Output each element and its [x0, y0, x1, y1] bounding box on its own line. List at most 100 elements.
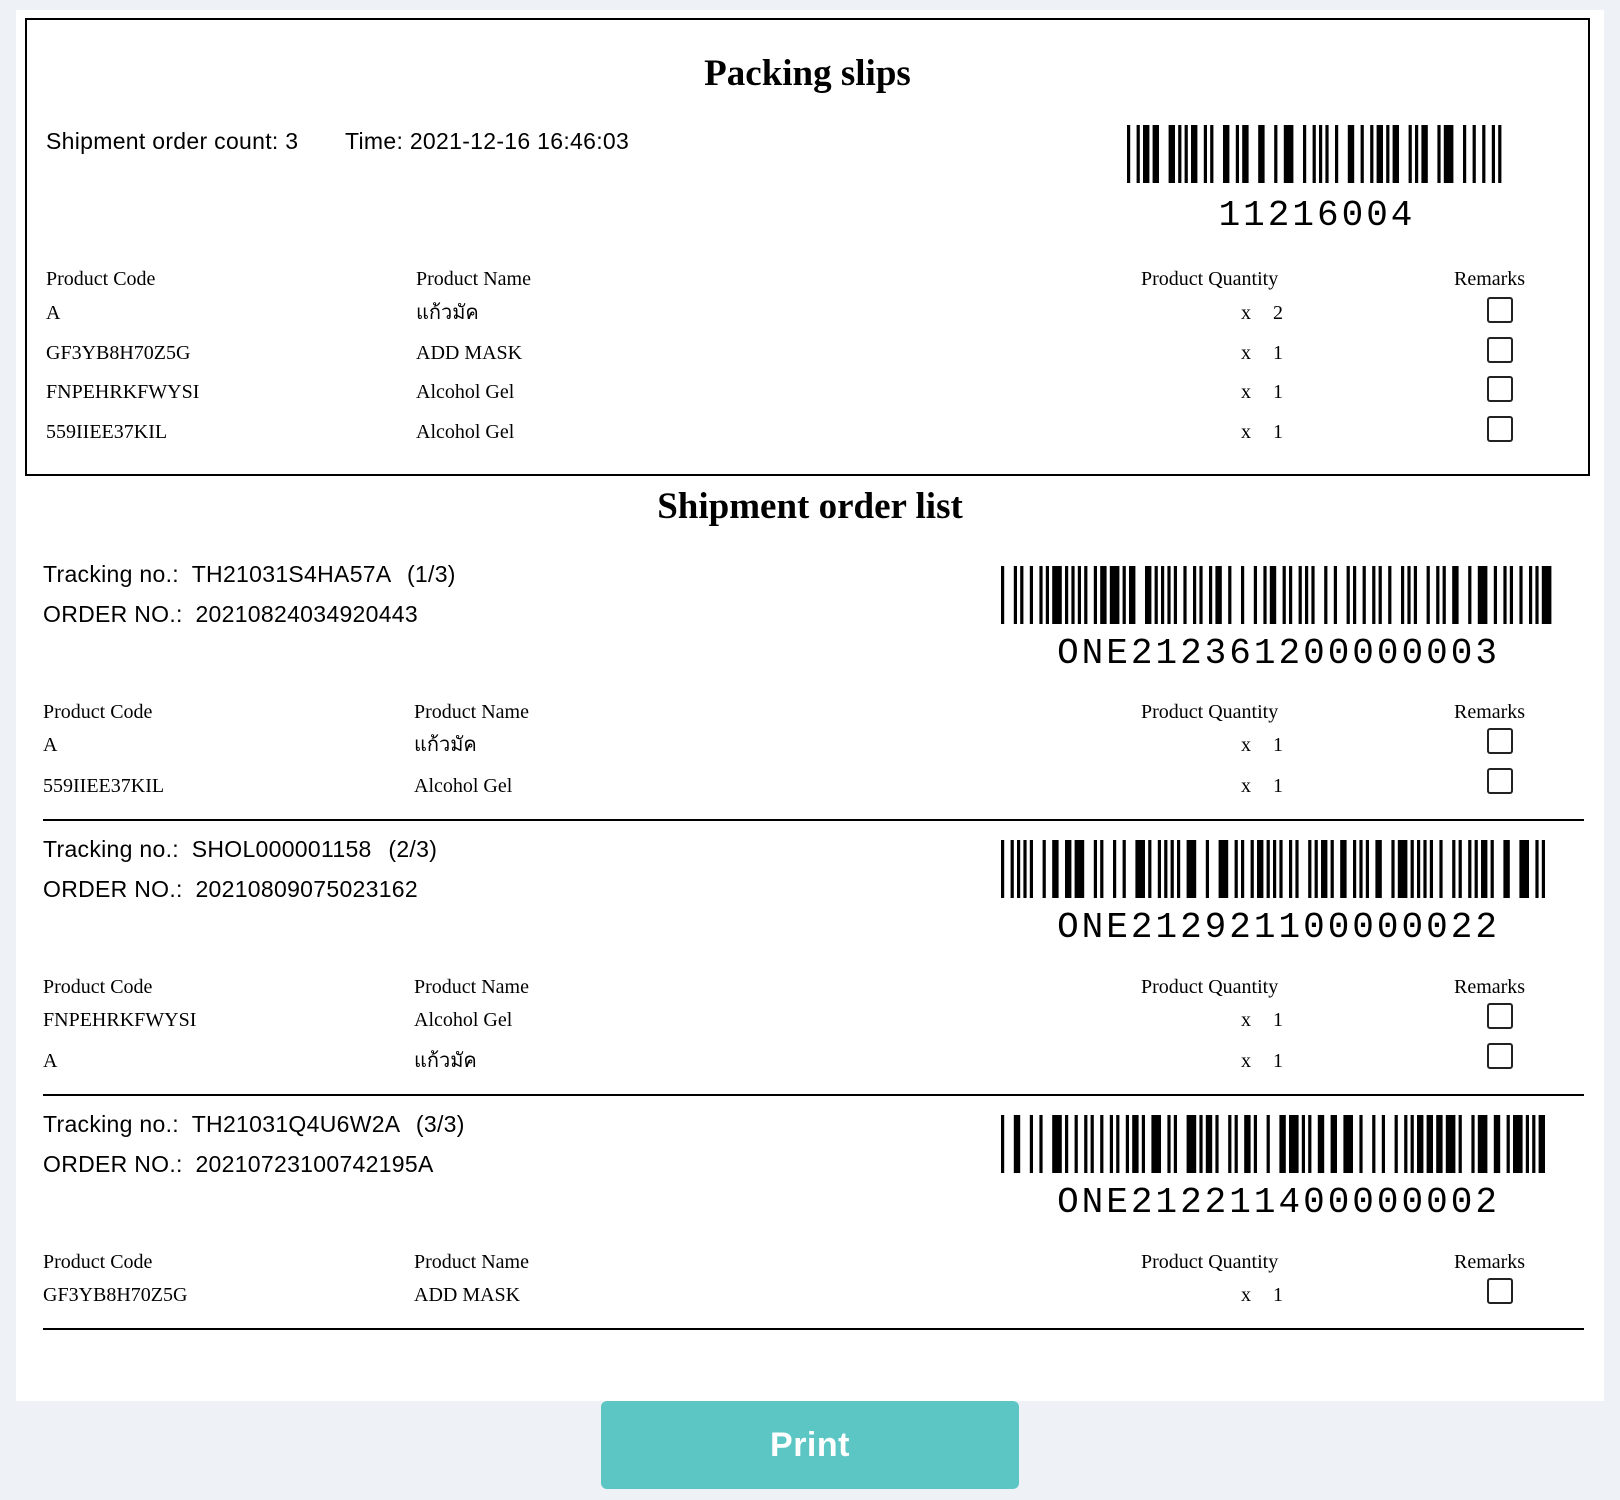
header-remarks: Remarks — [1454, 701, 1526, 723]
packing-slips-title: Packing slips — [704, 53, 911, 94]
header-remarks: Remarks — [1454, 976, 1526, 998]
tracking-label: Tracking no.: — [43, 1111, 179, 1137]
order-position: (3/3) — [415, 1111, 465, 1137]
product-name: Alcohol Gel — [414, 1009, 513, 1031]
order-number-line: ORDER NO.: 20210824034920443 — [43, 600, 418, 628]
times-sign: x — [1241, 734, 1251, 756]
header-product-quantity: Product Quantity — [1141, 268, 1279, 290]
order-number: 20210723100742195A — [195, 1151, 434, 1177]
header-product-name: Product Name — [414, 1251, 529, 1273]
product-name: ADD MASK — [414, 1284, 521, 1306]
product-code: A — [43, 1050, 58, 1072]
remarks-checkbox[interactable] — [1487, 416, 1513, 442]
tracking-label: Tracking no.: — [43, 836, 179, 862]
product-code: FNPEHRKFWYSI — [46, 381, 200, 403]
order-number: 20210824034920443 — [195, 601, 418, 627]
times-sign: x — [1241, 775, 1251, 797]
order-barcode-number: ONE212361200000003 — [1057, 633, 1500, 674]
header-product-code: Product Code — [43, 1251, 153, 1273]
order-barcode — [1001, 1115, 1545, 1173]
order-position: (2/3) — [388, 836, 438, 862]
quantity-value: 1 — [1273, 381, 1283, 403]
product-quantity: x1 — [1241, 1008, 1283, 1032]
order-number-label: ORDER NO.: — [43, 601, 183, 627]
product-code: 559IIEE37KIL — [43, 775, 165, 797]
header-product-quantity: Product Quantity — [1141, 1251, 1279, 1273]
remarks-checkbox[interactable] — [1487, 376, 1513, 402]
remarks-checkbox[interactable] — [1487, 297, 1513, 323]
header-product-quantity: Product Quantity — [1141, 701, 1279, 723]
tracking-line: Tracking no.: SHOL000001158 (2/3) — [43, 835, 437, 863]
remarks-checkbox[interactable] — [1487, 337, 1513, 363]
shipment-order-list-title: Shipment order list — [657, 486, 963, 527]
times-sign: x — [1241, 302, 1251, 324]
product-quantity: x1 — [1241, 1283, 1283, 1307]
packing-time: Time: 2021-12-16 16:46:03 — [345, 128, 630, 154]
header-remarks: Remarks — [1454, 1251, 1526, 1273]
quantity-value: 1 — [1273, 1284, 1283, 1306]
order-barcode — [1001, 566, 1552, 624]
product-name: ADD MASK — [416, 342, 523, 364]
product-name: แก้วมัค — [414, 734, 477, 756]
product-code: FNPEHRKFWYSI — [43, 1009, 197, 1031]
remarks-checkbox[interactable] — [1487, 1043, 1513, 1069]
product-name: Alcohol Gel — [416, 421, 515, 443]
order-barcode-number: ONE212921100000022 — [1057, 907, 1500, 948]
quantity-value: 1 — [1273, 734, 1283, 756]
print-sheet: Packing slips Shipment order count: 3 Ti… — [16, 10, 1604, 1401]
header-remarks: Remarks — [1454, 268, 1526, 290]
tracking-number: TH21031Q4U6W2A — [191, 1111, 400, 1137]
packing-barcode — [1127, 125, 1502, 183]
header-product-code: Product Code — [46, 268, 156, 290]
header-product-code: Product Code — [43, 701, 153, 723]
order-position: (1/3) — [406, 561, 456, 587]
quantity-value: 1 — [1273, 1009, 1283, 1031]
tracking-line: Tracking no.: TH21031S4HA57A (1/3) — [43, 560, 456, 588]
times-sign: x — [1241, 421, 1251, 443]
order-number-line: ORDER NO.: 20210809075023162 — [43, 875, 418, 903]
product-code: 559IIEE37KIL — [46, 421, 168, 443]
product-quantity: x1 — [1241, 774, 1283, 798]
quantity-value: 1 — [1273, 421, 1283, 443]
header-product-name: Product Name — [414, 701, 529, 723]
tracking-line: Tracking no.: TH21031Q4U6W2A (3/3) — [43, 1110, 465, 1138]
order-number-label: ORDER NO.: — [43, 876, 183, 902]
tracking-label: Tracking no.: — [43, 561, 179, 587]
header-product-quantity: Product Quantity — [1141, 976, 1279, 998]
product-quantity: x2 — [1241, 301, 1283, 325]
times-sign: x — [1241, 1050, 1251, 1072]
header-product-name: Product Name — [416, 268, 531, 290]
times-sign: x — [1241, 1284, 1251, 1306]
product-name: Alcohol Gel — [416, 381, 515, 403]
remarks-checkbox[interactable] — [1487, 728, 1513, 754]
order-number-label: ORDER NO.: — [43, 1151, 183, 1177]
quantity-value: 2 — [1273, 302, 1283, 324]
times-sign: x — [1241, 342, 1251, 364]
product-name: Alcohol Gel — [414, 775, 513, 797]
tracking-number: SHOL000001158 — [191, 836, 372, 862]
product-code: GF3YB8H70Z5G — [43, 1284, 188, 1306]
product-name: แก้วมัค — [416, 302, 479, 324]
remarks-checkbox[interactable] — [1487, 1278, 1513, 1304]
order-divider — [43, 1094, 1584, 1096]
order-divider — [43, 1328, 1584, 1330]
order-divider — [43, 819, 1584, 821]
product-quantity: x1 — [1241, 341, 1283, 365]
remarks-checkbox[interactable] — [1487, 768, 1513, 794]
header-product-code: Product Code — [43, 976, 153, 998]
times-sign: x — [1241, 1009, 1251, 1031]
product-quantity: x1 — [1241, 1049, 1283, 1073]
quantity-value: 1 — [1273, 342, 1283, 364]
print-button[interactable]: Print — [601, 1401, 1019, 1489]
order-number-line: ORDER NO.: 20210723100742195A — [43, 1150, 434, 1178]
order-barcode — [1001, 840, 1545, 898]
product-quantity: x1 — [1241, 420, 1283, 444]
quantity-value: 1 — [1273, 775, 1283, 797]
quantity-value: 1 — [1273, 1050, 1283, 1072]
header-product-name: Product Name — [414, 976, 529, 998]
order-barcode-number: ONE212211400000002 — [1057, 1182, 1500, 1223]
packing-barcode-number: 11216004 — [1218, 195, 1416, 236]
product-code: A — [46, 302, 61, 324]
shipment-order-count: Shipment order count: 3 — [46, 128, 299, 154]
remarks-checkbox[interactable] — [1487, 1003, 1513, 1029]
